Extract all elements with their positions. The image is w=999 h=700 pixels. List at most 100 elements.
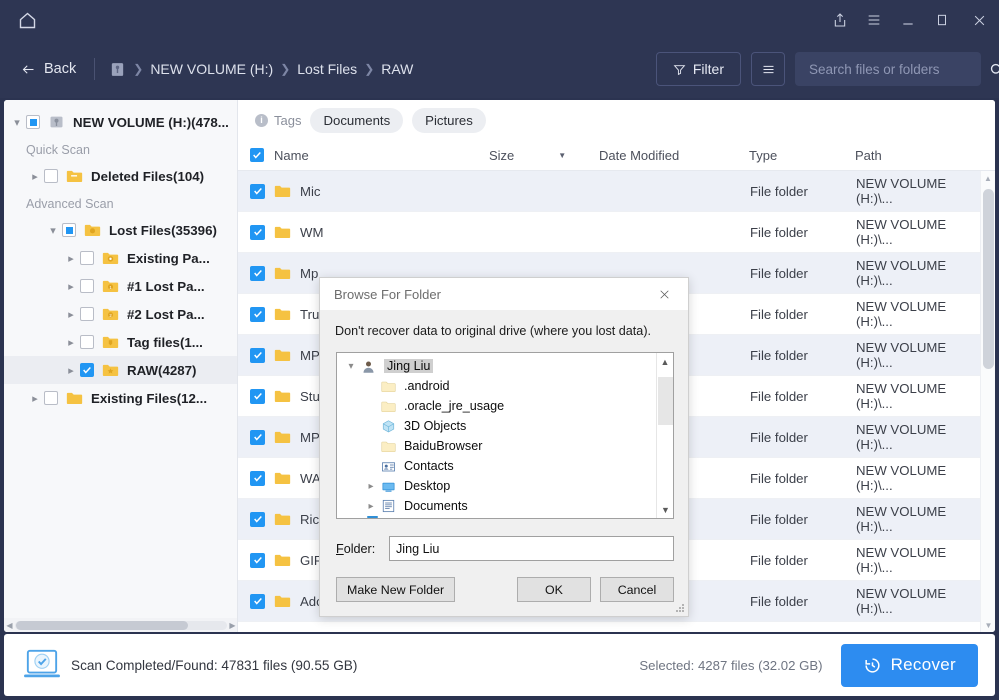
row-checkbox[interactable] (250, 347, 265, 363)
back-button[interactable]: Back (14, 57, 82, 81)
row-checkbox[interactable] (250, 593, 265, 609)
row-checkbox[interactable] (250, 429, 265, 445)
scroll-up-arrow[interactable]: ▲ (657, 353, 673, 370)
dialog-tree-item-3d-objects[interactable]: 3D Objects (337, 416, 673, 436)
lost-partition-2-checkbox[interactable] (80, 307, 94, 321)
chevron-right-icon[interactable]: ▸ (62, 336, 80, 349)
dialog-tree-item-desktop[interactable]: ▸ Desktop (337, 476, 673, 496)
dialog-tree-item-documents[interactable]: ▸ Documents (337, 496, 673, 516)
column-header-type[interactable]: Type (749, 148, 855, 163)
table-row[interactable]: Mic File folder NEW VOLUME (H:)\... (238, 171, 980, 212)
ok-button[interactable]: OK (517, 577, 591, 602)
tree-item-lost-files[interactable]: ▾ Lost Files(35396) (4, 216, 237, 244)
row-checkbox[interactable] (250, 511, 265, 527)
sort-desc-icon[interactable]: ▼ (558, 151, 566, 160)
maximize-icon[interactable] (925, 0, 959, 40)
existing-partition-checkbox[interactable] (80, 251, 94, 265)
view-list-button[interactable] (751, 52, 785, 86)
column-header-size[interactable]: Size ▼ (489, 148, 599, 163)
lost-partition-1-checkbox[interactable] (80, 279, 94, 293)
tag-chip-pictures[interactable]: Pictures (412, 107, 486, 133)
resize-grip-icon[interactable] (675, 603, 685, 613)
cancel-button[interactable]: Cancel (600, 577, 674, 602)
tree-item-raw[interactable]: ▸ RAW(4287) (4, 356, 237, 384)
minimize-icon[interactable] (891, 0, 925, 40)
file-list-vertical-scrollbar[interactable]: ▲ ▼ (980, 171, 995, 632)
tree-item-existing-partition[interactable]: ▸ Existing Pa... (4, 244, 237, 272)
search-input[interactable] (807, 60, 988, 78)
share-icon[interactable] (823, 0, 857, 40)
scroll-thumb[interactable] (658, 377, 673, 425)
filter-button[interactable]: Filter (655, 52, 741, 86)
scroll-up-arrow[interactable]: ▲ (981, 171, 995, 185)
tag-files-checkbox[interactable] (80, 335, 94, 349)
breadcrumb-item-0[interactable]: NEW VOLUME (H:) (150, 61, 273, 77)
chevron-right-icon[interactable]: ▸ (361, 481, 381, 492)
chevron-right-icon[interactable]: ▸ (62, 280, 80, 293)
browse-for-folder-dialog: Browse For Folder Don't recover data to … (319, 277, 689, 617)
dialog-tree-item-android[interactable]: .android (337, 376, 673, 396)
scroll-thumb[interactable] (983, 189, 994, 369)
dialog-tree-item-jing-liu[interactable]: ▾ Jing Liu (337, 356, 673, 376)
folder-input[interactable] (389, 536, 674, 561)
tree-item-lost-partition-2[interactable]: ▸ 2 #2 Lost Pa... (4, 300, 237, 328)
search-box[interactable] (795, 52, 999, 86)
menu-icon[interactable] (857, 0, 891, 40)
tree-item-deleted-files[interactable]: ▸ Deleted Files(104) (4, 162, 237, 190)
table-row[interactable]: WM File folder NEW VOLUME (H:)\... (238, 212, 980, 253)
column-header-path[interactable]: Path (855, 148, 995, 163)
dialog-tree-item-baidubrowser[interactable]: BaiduBrowser (337, 436, 673, 456)
row-checkbox[interactable] (250, 306, 265, 322)
folder-tag-icon (102, 334, 120, 350)
chevron-right-icon[interactable]: ▸ (62, 364, 80, 377)
dialog-tree-item-contacts[interactable]: Contacts (337, 456, 673, 476)
scroll-track[interactable] (15, 620, 227, 630)
row-checkbox[interactable] (250, 265, 265, 281)
breadcrumb-item-1[interactable]: Lost Files (297, 61, 357, 77)
dialog-tree-scrollbar[interactable]: ▲ ▼ (656, 353, 673, 518)
chevron-right-icon[interactable]: ▸ (26, 170, 44, 183)
dialog-tree-item-oracle-jre-usage[interactable]: .oracle_jre_usage (337, 396, 673, 416)
scroll-down-arrow[interactable]: ▼ (981, 618, 995, 632)
recover-button[interactable]: Recover (840, 643, 978, 687)
tree-item-lost-partition-1[interactable]: ▸ 1 #1 Lost Pa... (4, 272, 237, 300)
home-icon[interactable] (0, 0, 54, 40)
row-checkbox[interactable] (250, 183, 265, 199)
tree-item-tag-files[interactable]: ▸ Tag files(1... (4, 328, 237, 356)
close-icon[interactable] (959, 0, 999, 40)
tree-item-root[interactable]: ▾ NEW VOLUME (H:)(478... (4, 108, 237, 136)
search-icon[interactable] (988, 61, 999, 78)
chevron-down-icon[interactable]: ▾ (8, 116, 26, 129)
tag-chip-documents[interactable]: Documents (310, 107, 404, 133)
row-checkbox[interactable] (250, 224, 265, 240)
table-header: Name Size ▼ Date Modified Type Path (238, 140, 995, 171)
deleted-files-checkbox[interactable] (44, 169, 58, 183)
scroll-left-arrow[interactable]: ◀ (4, 621, 15, 630)
scroll-right-arrow[interactable]: ▶ (227, 621, 237, 630)
dialog-close-icon[interactable] (644, 278, 684, 310)
row-checkbox[interactable] (250, 552, 265, 568)
folder-existing-icon (102, 250, 120, 266)
raw-checkbox[interactable] (80, 363, 94, 377)
breadcrumb-item-2[interactable]: RAW (381, 61, 413, 77)
column-header-name[interactable]: Name (274, 148, 489, 163)
scroll-down-arrow[interactable]: ▼ (657, 501, 673, 518)
chevron-right-icon[interactable]: ▸ (361, 501, 381, 512)
lost-files-checkbox[interactable] (62, 223, 76, 237)
make-new-folder-button[interactable]: Make New Folder (336, 577, 456, 602)
row-checkbox[interactable] (250, 470, 265, 486)
sidebar-horizontal-scrollbar[interactable]: ◀ ▶ (4, 618, 237, 632)
column-header-date-modified[interactable]: Date Modified (599, 148, 749, 163)
chevron-right-icon[interactable]: ▸ (62, 308, 80, 321)
chevron-down-icon[interactable]: ▾ (341, 361, 361, 372)
chevron-down-icon[interactable]: ▾ (44, 224, 62, 237)
chevron-right-icon[interactable]: ▸ (62, 252, 80, 265)
chevron-right-icon[interactable]: ▸ (26, 392, 44, 405)
root-checkbox[interactable] (26, 115, 40, 129)
tree-item-existing-files[interactable]: ▸ Existing Files(12... (4, 384, 237, 412)
dialog-tree-item-partial[interactable] (337, 516, 673, 518)
existing-files-checkbox[interactable] (44, 391, 58, 405)
row-checkbox[interactable] (250, 388, 265, 404)
scroll-track[interactable] (983, 185, 994, 618)
select-all-checkbox[interactable] (250, 148, 264, 162)
